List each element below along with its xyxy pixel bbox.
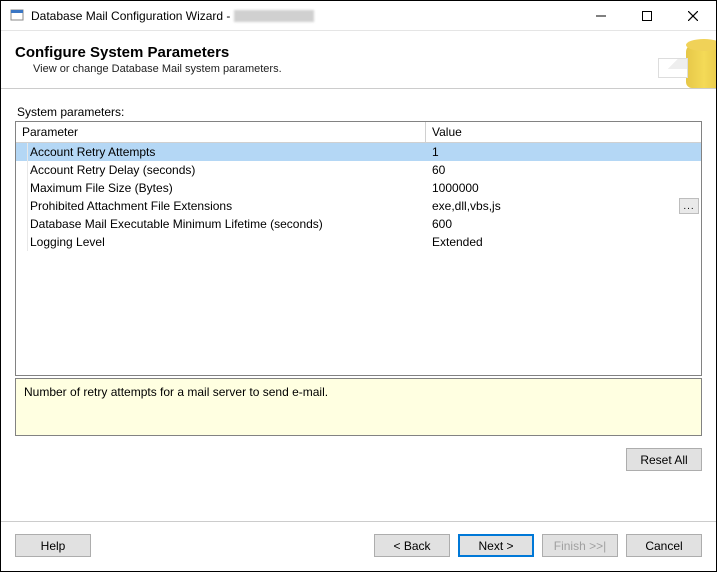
wizard-header: Configure System Parameters View or chan… xyxy=(1,31,716,89)
value-cell[interactable]: Extended xyxy=(426,233,701,251)
table-row[interactable]: Database Mail Executable Minimum Lifetim… xyxy=(16,215,701,233)
cancel-button[interactable]: Cancel xyxy=(626,534,702,557)
table-row[interactable]: Logging LevelExtended xyxy=(16,233,701,251)
help-button[interactable]: Help xyxy=(15,534,91,557)
window-title: Database Mail Configuration Wizard - xyxy=(31,9,578,23)
column-header-parameter[interactable]: Parameter xyxy=(16,122,426,142)
app-icon xyxy=(9,8,25,24)
parameter-cell[interactable]: Account Retry Attempts xyxy=(16,143,426,161)
page-subtitle: View or change Database Mail system para… xyxy=(15,63,656,75)
close-button[interactable] xyxy=(670,1,716,30)
wizard-footer: Help < Back Next > Finish >>| Cancel xyxy=(1,521,716,571)
finish-button: Finish >>| xyxy=(542,534,618,557)
grid-header: Parameter Value xyxy=(16,122,701,143)
table-row[interactable]: Account Retry Delay (seconds)60 xyxy=(16,161,701,179)
value-cell[interactable]: exe,dll,vbs,js... xyxy=(426,197,701,215)
section-label: System parameters: xyxy=(17,105,702,119)
parameter-cell[interactable]: Maximum File Size (Bytes) xyxy=(16,179,426,197)
redacted-server-name xyxy=(234,10,314,22)
value-cell[interactable]: 600 xyxy=(426,215,701,233)
grid-body: Account Retry Attempts1Account Retry Del… xyxy=(16,143,701,375)
header-graphic-icon xyxy=(656,32,716,88)
parameters-grid[interactable]: Parameter Value Account Retry Attempts1A… xyxy=(15,121,702,376)
next-button[interactable]: Next > xyxy=(458,534,534,557)
table-row[interactable]: Account Retry Attempts1 xyxy=(16,143,701,161)
maximize-button[interactable] xyxy=(624,1,670,30)
content-area: System parameters: Parameter Value Accou… xyxy=(1,89,716,521)
parameter-cell[interactable]: Prohibited Attachment File Extensions xyxy=(16,197,426,215)
titlebar: Database Mail Configuration Wizard - xyxy=(1,1,716,31)
description-box: Number of retry attempts for a mail serv… xyxy=(15,378,702,436)
reset-all-button[interactable]: Reset All xyxy=(626,448,702,471)
parameter-cell[interactable]: Logging Level xyxy=(16,233,426,251)
value-cell[interactable]: 60 xyxy=(426,161,701,179)
value-cell[interactable]: 1000000 xyxy=(426,179,701,197)
table-row[interactable]: Maximum File Size (Bytes)1000000 xyxy=(16,179,701,197)
table-row[interactable]: Prohibited Attachment File Extensionsexe… xyxy=(16,197,701,215)
value-cell[interactable]: 1 xyxy=(426,143,701,161)
parameter-cell[interactable]: Database Mail Executable Minimum Lifetim… xyxy=(16,215,426,233)
column-header-value[interactable]: Value xyxy=(426,122,701,142)
minimize-button[interactable] xyxy=(578,1,624,30)
ellipsis-button[interactable]: ... xyxy=(679,198,699,214)
page-title: Configure System Parameters xyxy=(15,44,656,61)
back-button[interactable]: < Back xyxy=(374,534,450,557)
window-controls xyxy=(578,1,716,30)
parameter-cell[interactable]: Account Retry Delay (seconds) xyxy=(16,161,426,179)
